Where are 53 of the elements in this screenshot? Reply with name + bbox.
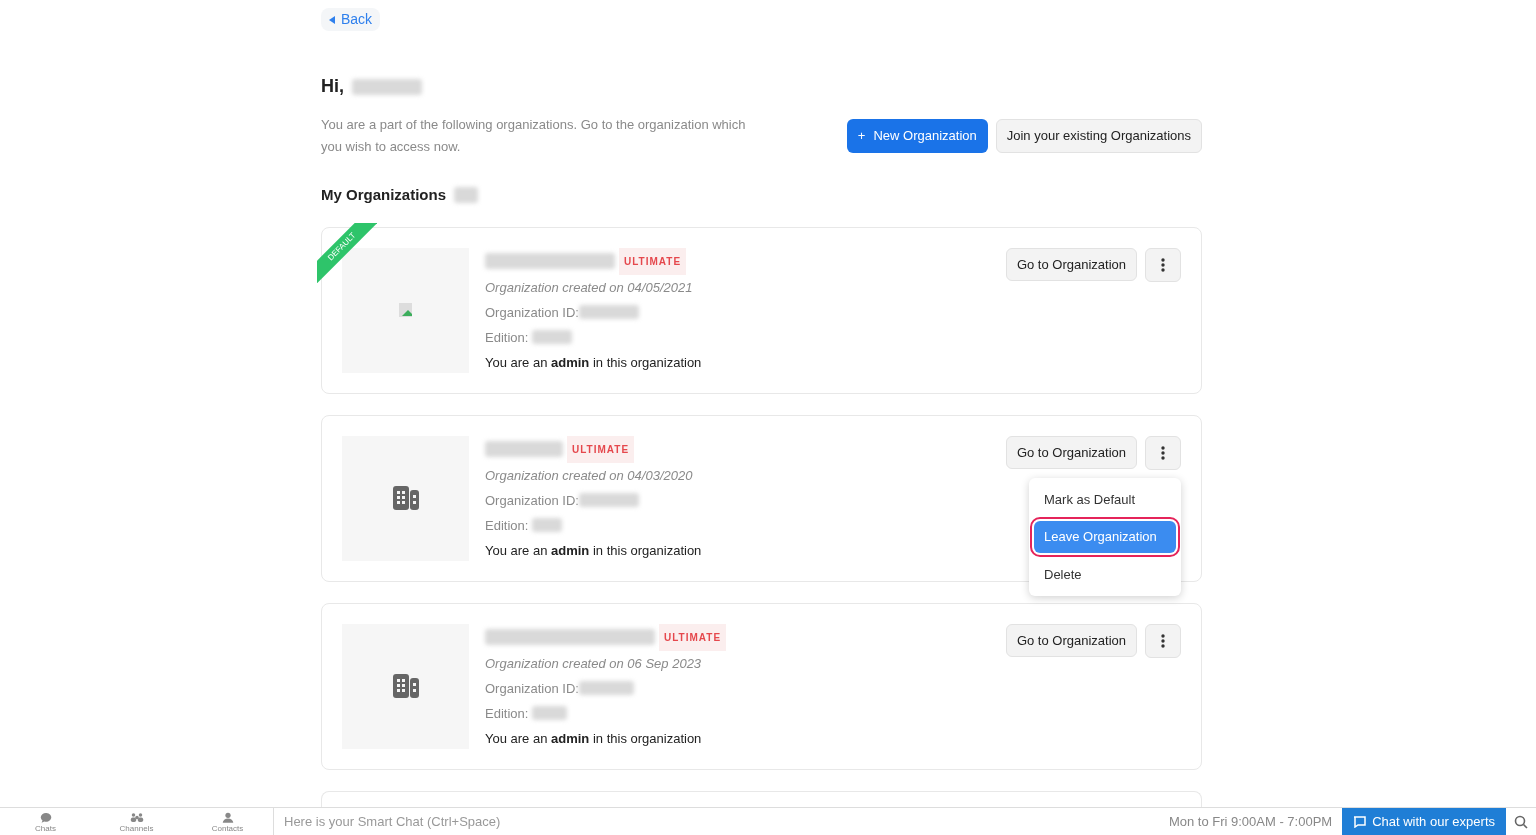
support-hours: Mon to Fri 9:00AM - 7:00PM <box>1168 812 1333 831</box>
back-link[interactable]: Back <box>321 8 381 31</box>
more-options-button[interactable] <box>1145 247 1181 282</box>
created-date: Organization created on 04/05/2021 <box>485 278 694 297</box>
go-to-organization-button[interactable]: Go to Organization <box>1005 435 1137 469</box>
chat-with-experts-button[interactable]: Chat with our experts <box>1342 808 1506 835</box>
building-icon <box>392 674 419 698</box>
redacted-text <box>578 493 639 507</box>
nav-tab[interactable]: Contacts <box>182 808 273 835</box>
role-text: You are an admin in this organization <box>485 353 703 372</box>
kebab-icon <box>1161 257 1165 272</box>
caret-icon <box>329 16 336 25</box>
edition-label: Edition: <box>485 516 529 535</box>
intro-text: You are a part of the following organizations. Go to the organization which you wish to access now. <box>321 116 747 156</box>
role-text: You are an admin in this organization <box>485 541 703 560</box>
redacted-text <box>532 330 573 344</box>
edition-label: Edition: <box>485 328 529 347</box>
org-id-label: Organization ID: <box>485 491 579 510</box>
menu-item[interactable]: Delete <box>1034 558 1176 590</box>
role-text: You are an admin in this organization <box>485 729 703 748</box>
redacted-text <box>578 305 639 319</box>
go-to-organization-button[interactable]: Go to Organization <box>1005 247 1137 281</box>
created-date: Organization created on 06 Sep 2023 <box>485 654 703 673</box>
kebab-icon <box>1161 445 1165 460</box>
nav-tab[interactable]: Chats <box>0 808 91 835</box>
created-date: Organization created on 04/03/2020 <box>485 466 694 485</box>
section-title: My Organizations <box>321 185 447 205</box>
building-icon <box>392 486 419 510</box>
kebab-icon <box>1161 633 1165 648</box>
redacted-text <box>454 187 479 204</box>
contacts-icon <box>220 812 235 823</box>
chats-icon <box>38 812 53 823</box>
chat-icon <box>1353 815 1367 828</box>
edition-badge: ULTIMATE <box>619 247 687 275</box>
broken-image-icon <box>397 302 414 318</box>
edition-badge: ULTIMATE <box>659 623 727 651</box>
menu-item[interactable]: Mark as Default <box>1034 483 1176 515</box>
redacted-text <box>532 706 568 720</box>
edition-label: Edition: <box>485 704 529 723</box>
redacted-text <box>532 518 563 532</box>
more-options-button[interactable] <box>1145 623 1181 658</box>
edition-badge: ULTIMATE <box>567 435 635 463</box>
redacted-text <box>578 681 634 695</box>
redacted-text <box>352 78 422 95</box>
join-organizations-button[interactable]: Join your existing Organizations <box>995 119 1202 153</box>
new-organization-button[interactable]: + New Organization <box>846 119 988 153</box>
greeting: Hi, <box>321 75 344 98</box>
channels-icon <box>129 812 144 823</box>
org-id-label: Organization ID: <box>485 303 579 322</box>
go-to-organization-button[interactable]: Go to Organization <box>1005 623 1137 657</box>
org-id-label: Organization ID: <box>485 679 579 698</box>
more-options-button[interactable] <box>1145 435 1181 470</box>
nav-tab[interactable]: Channels <box>91 808 182 835</box>
